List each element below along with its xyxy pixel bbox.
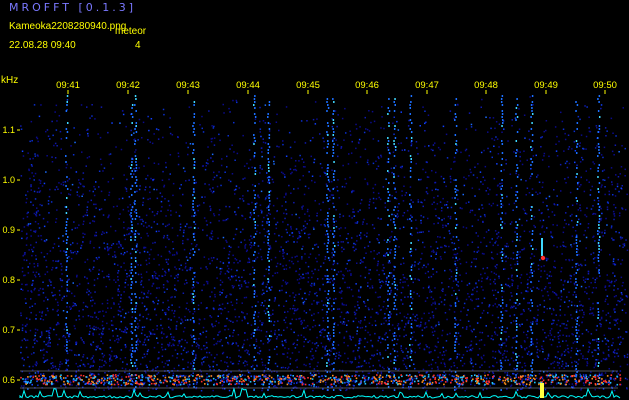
- baseline-trace: [19, 387, 621, 399]
- datetime-label: 22.08.28 09:40: [9, 40, 76, 51]
- time-tick-label: 09:46: [355, 80, 379, 91]
- y-tick-label: 1.0: [2, 175, 15, 185]
- meteor-echo: [541, 238, 543, 256]
- spectrogram-plot: [17, 90, 629, 399]
- time-tick-label: 09:45: [296, 80, 320, 91]
- meteor-count: 4: [135, 40, 141, 51]
- frequency-unit-label: kHz: [1, 75, 19, 86]
- meteor-peak-marker: [540, 383, 544, 398]
- y-tick-label: 0.7: [2, 325, 15, 335]
- app-title: MROFFT [0.1.3]: [9, 1, 137, 14]
- noise-field: [20, 96, 629, 392]
- time-tick-label: 09:43: [176, 80, 200, 91]
- time-tick-label: 09:47: [415, 80, 439, 91]
- meteor-label: meteor: [115, 26, 147, 37]
- time-tick-label: 09:50: [593, 80, 617, 91]
- time-tick-label: 09:44: [236, 80, 260, 91]
- y-tick-label: 0.6: [2, 375, 15, 385]
- time-tick-label: 09:42: [116, 80, 140, 91]
- y-tick-label: 1.1: [2, 125, 15, 135]
- spectrogram-window: MROFFT [0.1.3] Kameoka2208280940.png met…: [0, 0, 629, 400]
- y-tick-label: 0.8: [2, 275, 15, 285]
- meteor-echo-head: [540, 255, 546, 261]
- filename-label: Kameoka2208280940.png: [9, 21, 127, 32]
- time-tick-label: 09:49: [534, 80, 558, 91]
- y-tick-label: 0.9: [2, 225, 15, 235]
- time-tick-label: 09:41: [56, 80, 80, 91]
- time-tick-label: 09:48: [474, 80, 498, 91]
